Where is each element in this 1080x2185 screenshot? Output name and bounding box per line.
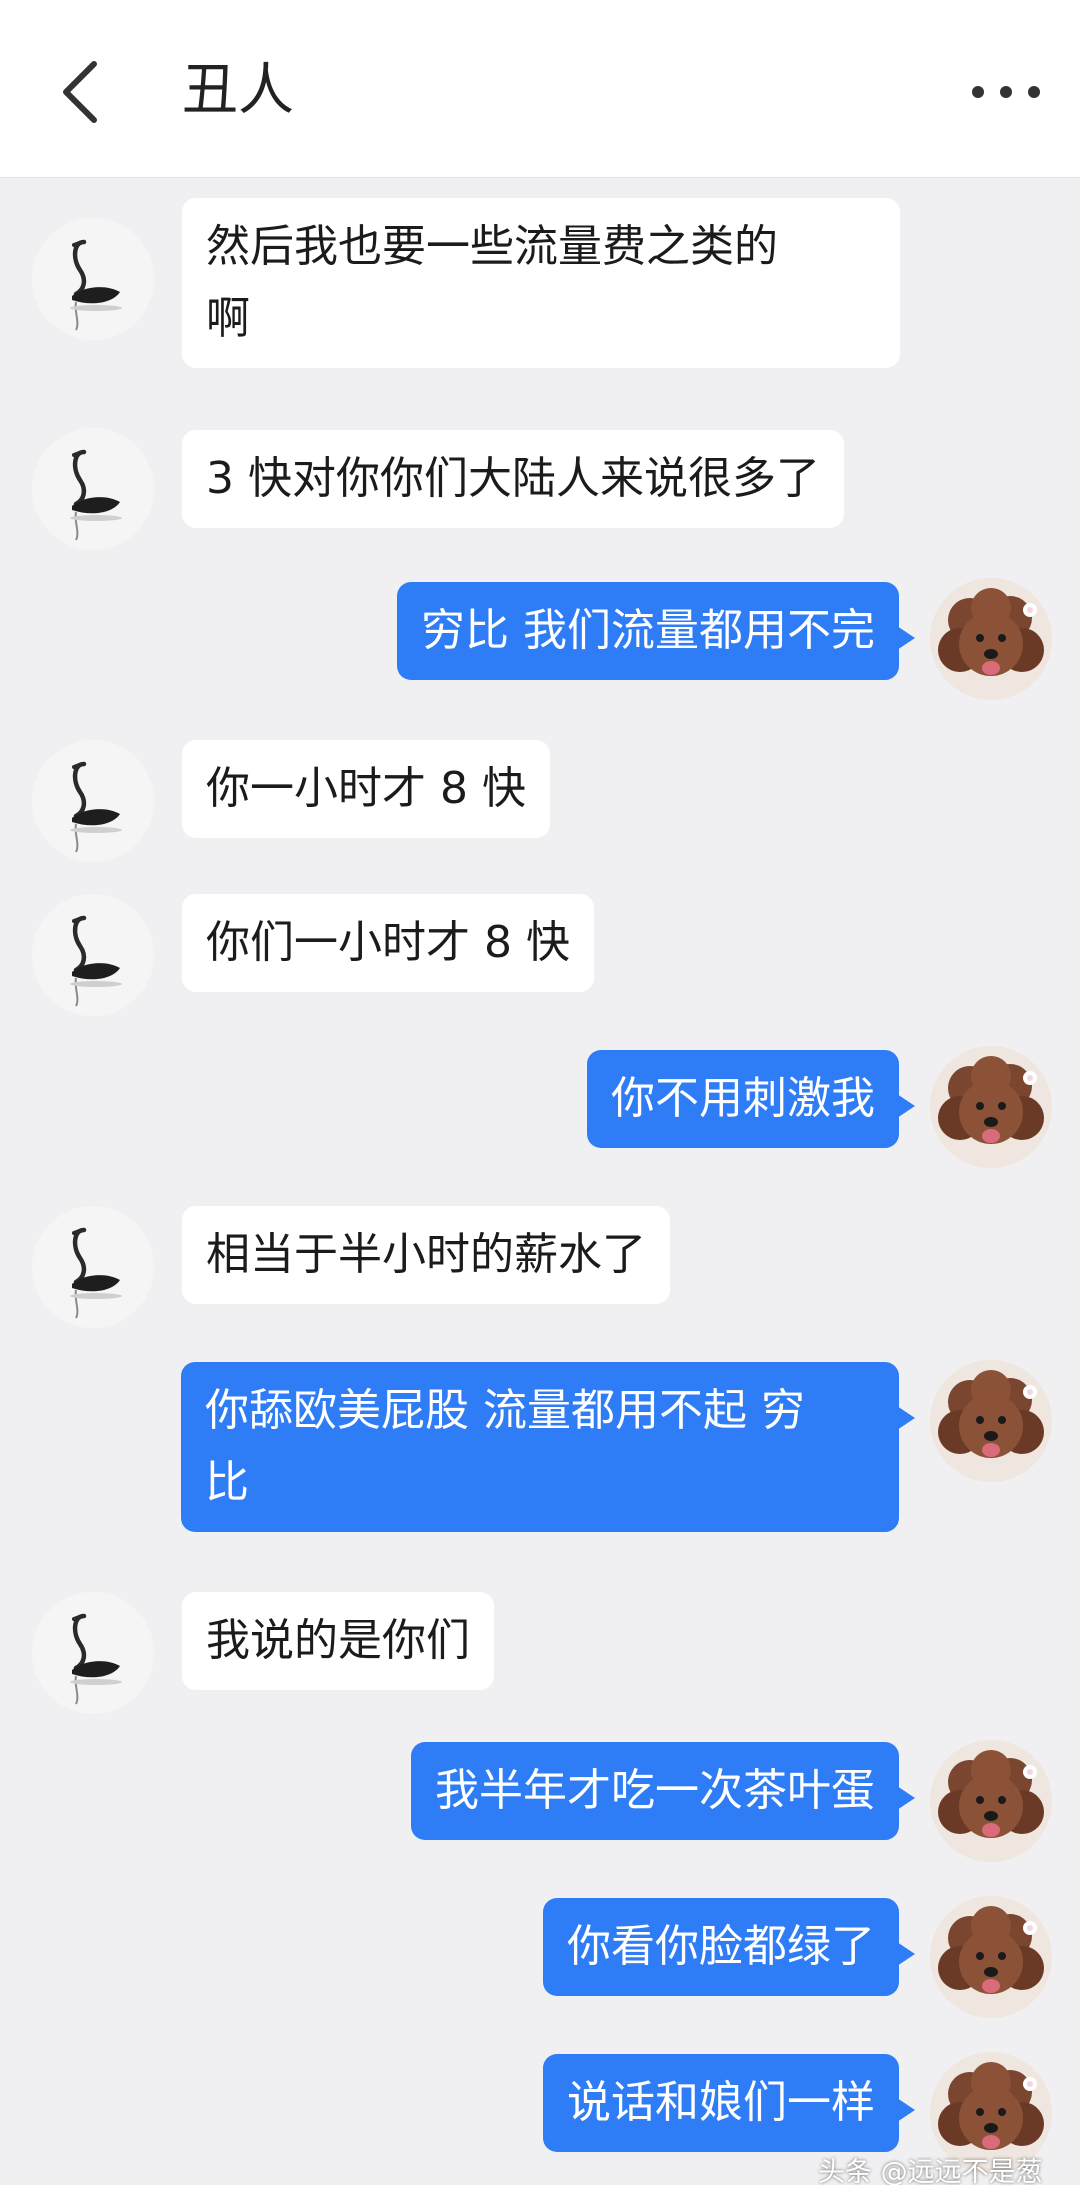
incoming-message-bubble[interactable]: 我说的是你们 (182, 1592, 494, 1690)
my-avatar[interactable] (930, 1896, 1052, 2018)
swan-avatar-icon (32, 218, 154, 340)
poodle-avatar-icon (930, 578, 1052, 700)
incoming-message-bubble[interactable]: 3 快对你你们大陆人来说很多了 (182, 430, 844, 528)
incoming-message-bubble[interactable]: 你一小时才 8 快 (182, 740, 550, 838)
contact-avatar[interactable] (32, 894, 154, 1016)
contact-avatar[interactable] (32, 1206, 154, 1328)
poodle-avatar-icon (930, 1046, 1052, 1168)
incoming-message-bubble[interactable]: 然后我也要一些流量费之类的 啊 (182, 198, 900, 368)
swan-avatar-icon (32, 740, 154, 862)
incoming-message-bubble[interactable]: 相当于半小时的薪水了 (182, 1206, 670, 1304)
outgoing-message-bubble[interactable]: 说话和娘们一样 (543, 2054, 915, 2152)
poodle-avatar-icon (930, 1896, 1052, 2018)
outgoing-message-bubble[interactable]: 你舔欧美屁股 流量都用不起 穷 比 (181, 1362, 915, 1532)
outgoing-message-bubble[interactable]: 你看你脸都绿了 (543, 1898, 915, 1996)
swan-avatar-icon (32, 894, 154, 1016)
incoming-message-bubble[interactable]: 你们一小时才 8 快 (182, 894, 594, 992)
my-avatar[interactable] (930, 578, 1052, 700)
my-avatar[interactable] (930, 1046, 1052, 1168)
message-list[interactable]: 然后我也要一些流量费之类的 啊 3 快对你你们大陆人来说很多了 穷比 我们流量都… (0, 0, 1080, 2185)
outgoing-message-bubble[interactable]: 你不用刺激我 (587, 1050, 915, 1148)
swan-avatar-icon (32, 1206, 154, 1328)
swan-avatar-icon (32, 428, 154, 550)
outgoing-message-bubble[interactable]: 我半年才吃一次茶叶蛋 (411, 1742, 915, 1840)
my-avatar[interactable] (930, 1360, 1052, 1482)
contact-avatar[interactable] (32, 428, 154, 550)
contact-avatar[interactable] (32, 218, 154, 340)
contact-avatar[interactable] (32, 740, 154, 862)
poodle-avatar-icon (930, 1740, 1052, 1862)
poodle-avatar-icon (930, 1360, 1052, 1482)
swan-avatar-icon (32, 1592, 154, 1714)
watermark: 头条 @远远不是葱 (818, 2157, 1043, 2185)
outgoing-message-bubble[interactable]: 穷比 我们流量都用不完 (397, 582, 915, 680)
contact-avatar[interactable] (32, 1592, 154, 1714)
my-avatar[interactable] (930, 1740, 1052, 1862)
